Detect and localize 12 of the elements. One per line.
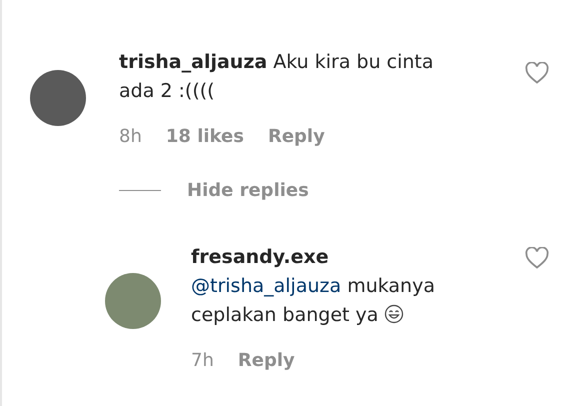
comment-text: @trisha_aljauza mukanya ceplakan banget ya [191, 274, 436, 328]
comment-time: 8h [119, 125, 142, 149]
mention-link[interactable]: @trisha_aljauza [191, 275, 342, 297]
comment-text: trisha_aljauza Aku kira bu cinta ada 2 :(((( [119, 50, 435, 104]
username[interactable]: fresandy.exe [191, 243, 525, 272]
reply-button[interactable]: Reply [238, 348, 295, 374]
reply-button[interactable]: Reply [268, 124, 325, 150]
likes-count[interactable]: 18 likes [166, 124, 244, 150]
comment-time: 7h [191, 349, 214, 373]
heart-icon[interactable] [525, 247, 549, 269]
hide-replies-button[interactable]: Hide replies [187, 180, 309, 201]
heart-icon[interactable] [525, 62, 549, 84]
